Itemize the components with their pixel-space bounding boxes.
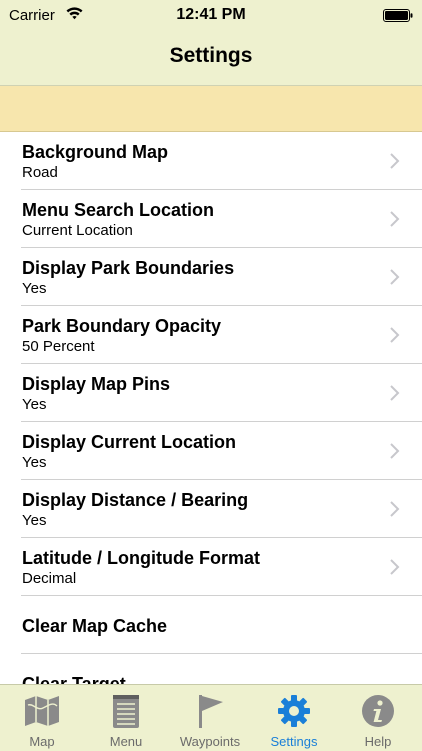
chevron-right-icon [390, 443, 400, 459]
tab-label: Menu [109, 734, 143, 749]
tab-settings[interactable]: Settings [252, 685, 336, 751]
chevron-right-icon [390, 153, 400, 169]
setting-lat-long-format[interactable]: Latitude / Longitude Format Decimal [0, 538, 422, 596]
setting-title: Display Park Boundaries [22, 258, 235, 278]
tab-label: Settings [270, 734, 318, 749]
info-icon [362, 695, 394, 727]
navigation-header: Carrier 12:41 PM Settings [0, 0, 422, 86]
tab-help[interactable]: Help [336, 685, 420, 751]
setting-value: 50 Percent [22, 338, 95, 355]
action-title: Clear Map Cache [22, 616, 168, 636]
setting-menu-search-location[interactable]: Menu Search Location Current Location [0, 190, 422, 248]
setting-value: Yes [22, 396, 47, 413]
page-title: Settings [169, 44, 253, 67]
setting-title: Latitude / Longitude Format [22, 548, 260, 568]
tab-label: Waypoints [179, 734, 241, 749]
setting-background-map[interactable]: Background Map Road [0, 132, 422, 190]
setting-title: Display Distance / Bearing [22, 490, 249, 510]
settings-list: Background Map Road Menu Search Location… [0, 132, 422, 684]
notice-banner [0, 86, 422, 132]
clear-map-cache-button[interactable]: Clear Map Cache [0, 596, 422, 654]
setting-display-current-location[interactable]: Display Current Location Yes [0, 422, 422, 480]
clear-target-button[interactable]: Clear Target [0, 654, 422, 684]
setting-value: Road [22, 164, 58, 181]
setting-display-map-pins[interactable]: Display Map Pins Yes [0, 364, 422, 422]
status-time: 12:41 PM [176, 6, 246, 23]
setting-value: Decimal [22, 570, 77, 587]
setting-title: Park Boundary Opacity [22, 316, 222, 336]
tab-waypoints[interactable]: Waypoints [168, 685, 252, 751]
chevron-right-icon [390, 385, 400, 401]
setting-value: Yes [22, 280, 47, 297]
chevron-right-icon [390, 269, 400, 285]
chevron-right-icon [390, 211, 400, 227]
chevron-right-icon [390, 501, 400, 517]
setting-title: Background Map [22, 142, 169, 162]
action-title: Clear Target [22, 674, 126, 684]
setting-display-distance-bearing[interactable]: Display Distance / Bearing Yes [0, 480, 422, 538]
battery-icon [383, 9, 413, 22]
tab-menu[interactable]: Menu [84, 685, 168, 751]
setting-value: Current Location [22, 222, 133, 239]
tab-label: Map [29, 734, 55, 749]
setting-title: Menu Search Location [22, 200, 215, 220]
tab-label: Help [364, 734, 392, 749]
setting-park-boundary-opacity[interactable]: Park Boundary Opacity 50 Percent [0, 306, 422, 364]
tab-map[interactable]: Map [0, 685, 84, 751]
map-icon [25, 696, 59, 726]
status-bar: Carrier 12:41 PM [0, 0, 422, 30]
gear-icon [278, 695, 310, 727]
chevron-right-icon [390, 327, 400, 343]
setting-title: Display Current Location [22, 432, 237, 452]
menu-icon [113, 695, 139, 728]
tab-bar: Map Menu Waypoints Settings Help [0, 684, 422, 751]
setting-value: Yes [22, 512, 47, 529]
setting-value: Yes [22, 454, 47, 471]
chevron-right-icon [390, 559, 400, 575]
flag-icon [199, 695, 223, 728]
setting-display-park-boundaries[interactable]: Display Park Boundaries Yes [0, 248, 422, 306]
setting-title: Display Map Pins [22, 374, 171, 394]
